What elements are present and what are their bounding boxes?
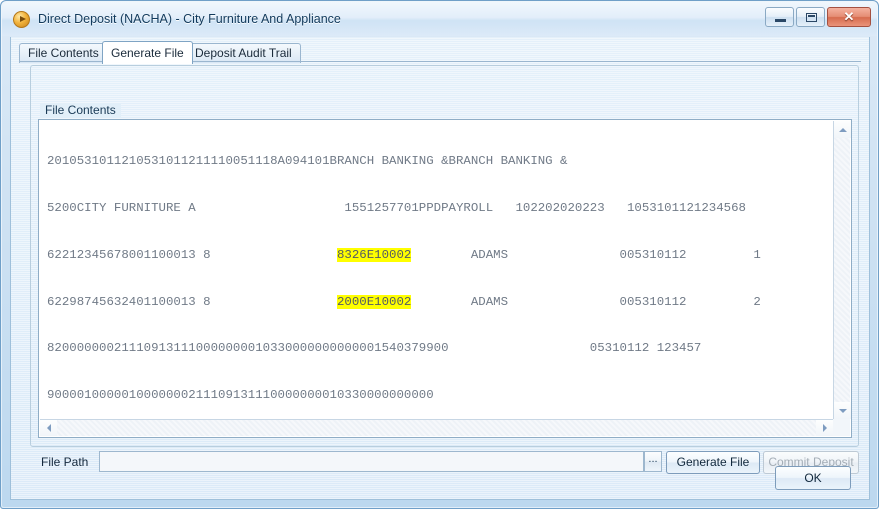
chevron-up-icon (838, 127, 847, 132)
text-line-4: 62298745632401100013 8 2000E10002 ADAMS … (47, 294, 761, 311)
text-line-3: 62212345678001100013 8 8326E10002 ADAMS … (47, 247, 761, 264)
file-path-label: File Path (41, 455, 89, 469)
scroll-down-button[interactable] (834, 402, 851, 419)
tab-deposit-audit-trail[interactable]: Deposit Audit Trail (186, 43, 301, 63)
tab-generate-file[interactable]: Generate File (102, 41, 193, 64)
maximize-icon (806, 13, 817, 22)
maximize-button[interactable] (796, 7, 825, 27)
file-contents-textview[interactable]: 2010531011210531011211110051118A094101BR… (38, 119, 852, 438)
scroll-left-button[interactable] (40, 420, 57, 436)
text-line-4-suffix: ADAMS 005310112 2 (411, 294, 761, 309)
tab-strip: File Contents Generate File Deposit Audi… (19, 41, 861, 64)
close-icon: ✕ (843, 9, 855, 24)
file-contents-groupbox-label: File Contents (40, 103, 121, 117)
ok-button[interactable]: OK (775, 466, 851, 490)
minimize-icon (775, 19, 786, 22)
scroll-right-button[interactable] (816, 420, 833, 436)
window-controls: ✕ (765, 7, 871, 27)
text-line-3-prefix: 62212345678001100013 8 (47, 247, 337, 262)
text-line-4-prefix: 62298745632401100013 8 (47, 294, 337, 309)
scroll-up-button[interactable] (834, 121, 851, 138)
generate-file-button[interactable]: Generate File (666, 451, 760, 474)
text-line-5: 8200000002111091311100000000103300000000… (47, 341, 702, 356)
window-title: Direct Deposit (NACHA) - City Furniture … (38, 12, 341, 26)
highlighted-amount-2: 2000E10002 (337, 294, 412, 309)
vertical-scrollbar[interactable] (833, 121, 851, 419)
close-button[interactable]: ✕ (827, 7, 871, 27)
horizontal-scrollbar[interactable] (40, 419, 833, 436)
file-contents-text: 2010531011210531011211110051118A094101BR… (47, 123, 761, 437)
dialog-client-area: File Contents Generate File Deposit Audi… (10, 37, 870, 500)
chevron-down-icon (838, 408, 847, 413)
text-line-1: 2010531011210531011211110051118A094101BR… (47, 154, 568, 169)
highlighted-amount-1: 8326E10002 (337, 247, 412, 262)
minimize-button[interactable] (765, 7, 794, 27)
text-line-6: 9000010000010000000211109131110000000010… (47, 388, 434, 403)
browse-button[interactable]: ... (644, 451, 662, 472)
file-path-input[interactable] (99, 451, 644, 472)
app-play-icon (13, 11, 30, 28)
text-line-2: 5200CITY FURNITURE A 1551257701PPDPAYROL… (47, 200, 746, 215)
scrollbar-corner (833, 419, 850, 436)
tab-file-contents[interactable]: File Contents (19, 43, 108, 63)
dialog-window: Direct Deposit (NACHA) - City Furniture … (0, 0, 879, 509)
chevron-right-icon (822, 424, 827, 432)
text-line-3-suffix: ADAMS 005310112 1 (411, 247, 761, 262)
chevron-left-icon (46, 424, 51, 432)
title-bar[interactable]: Direct Deposit (NACHA) - City Furniture … (2, 2, 877, 36)
